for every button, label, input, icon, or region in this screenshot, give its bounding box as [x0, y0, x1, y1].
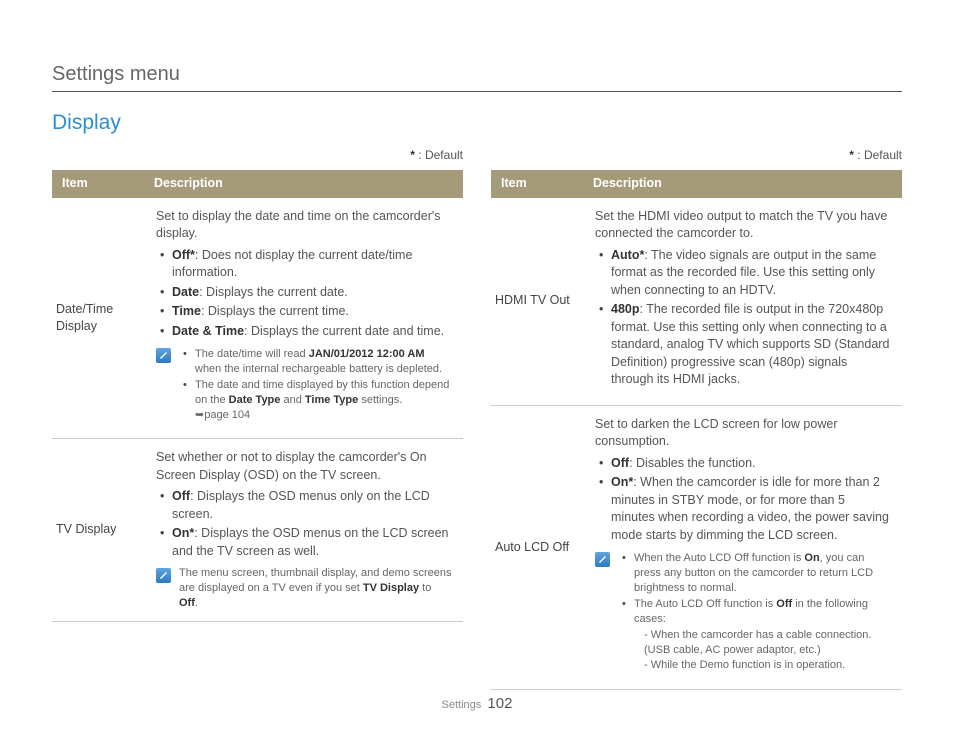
list-item: Date & Time: Displays the current date a… — [160, 323, 453, 341]
table-row: HDMI TV Out Set the HDMI video output to… — [491, 198, 902, 406]
option-list: Off: Disables the function. On*: When th… — [595, 455, 892, 545]
list-item: 480p: The recorded file is output in the… — [599, 301, 892, 389]
list-item: When the camcorder has a cable connectio… — [644, 628, 892, 658]
table-row: Date/Time Display Set to display the dat… — [52, 198, 463, 439]
note-icon — [595, 552, 610, 567]
list-item: On*: When the camcorder is idle for more… — [599, 474, 892, 544]
default-note-left: * : Default — [52, 147, 463, 164]
opt-text: : Disables the function. — [629, 456, 755, 470]
note-block: The menu screen, thumbnail display, and … — [156, 566, 453, 611]
option-list: Auto*: The video signals are output in t… — [595, 247, 892, 389]
list-item: Off: Disables the function. — [599, 455, 892, 473]
list-item: Auto*: The video signals are output in t… — [599, 247, 892, 300]
left-column: * : Default Item Description Date/Time D… — [52, 147, 463, 690]
page-footer: Settings 102 — [0, 693, 954, 714]
default-text: : Default — [415, 148, 463, 162]
option-list: Off: Displays the OSD menus only on the … — [156, 488, 453, 560]
opt-label: Off* — [172, 248, 195, 262]
opt-label: Off — [172, 489, 190, 503]
opt-label: On* — [611, 475, 633, 489]
note-content: The date/time will read JAN/01/2012 12:0… — [179, 346, 453, 428]
opt-text: : Displays the OSD menus only on the LCD… — [172, 489, 430, 521]
list-item: The date/time will read JAN/01/2012 12:0… — [183, 347, 453, 377]
desc-hdmi-tv-out: Set the HDMI video output to match the T… — [583, 198, 902, 406]
intro-text: Set the HDMI video output to match the T… — [595, 208, 892, 243]
right-table: Item Description HDMI TV Out Set the HDM… — [491, 170, 902, 690]
option-list: Off*: Does not display the current date/… — [156, 247, 453, 341]
opt-label: Off — [611, 456, 629, 470]
note-block: When the Auto LCD Off function is On, yo… — [595, 550, 892, 679]
header-description: Description — [144, 170, 463, 198]
desc-date-time-display: Set to display the date and time on the … — [144, 198, 463, 439]
note-sublist: When the camcorder has a cable connectio… — [634, 628, 892, 673]
page-number: 102 — [487, 695, 512, 712]
list-item: Date: Displays the current date. — [160, 284, 453, 302]
columns: * : Default Item Description Date/Time D… — [52, 147, 902, 690]
page-title: Settings menu — [52, 60, 902, 88]
list-item: The Auto LCD Off function is Off in the … — [622, 597, 892, 673]
opt-text: : The video signals are output in the sa… — [611, 248, 876, 297]
note-icon — [156, 568, 171, 583]
list-item: Off*: Does not display the current date/… — [160, 247, 453, 282]
list-item: While the Demo function is in operation. — [644, 658, 892, 673]
header-item: Item — [52, 170, 144, 198]
opt-text: : Displays the current date and time. — [244, 324, 444, 338]
opt-label: 480p — [611, 302, 640, 316]
item-date-time-display: Date/Time Display — [52, 198, 144, 439]
opt-text: : When the camcorder is idle for more th… — [611, 475, 889, 542]
note-block: The date/time will read JAN/01/2012 12:0… — [156, 346, 453, 428]
right-column: * : Default Item Description HDMI TV Out… — [491, 147, 902, 690]
list-item: When the Auto LCD Off function is On, yo… — [622, 551, 892, 596]
table-row: TV Display Set whether or not to display… — [52, 439, 463, 622]
list-item: Time: Displays the current time. — [160, 303, 453, 321]
opt-text: : Displays the OSD menus on the LCD scre… — [172, 526, 449, 558]
note-content: The menu screen, thumbnail display, and … — [179, 566, 453, 611]
header-item: Item — [491, 170, 583, 198]
item-auto-lcd-off: Auto LCD Off — [491, 405, 583, 689]
opt-text: : Displays the current time. — [201, 304, 349, 318]
list-item: Off: Displays the OSD menus only on the … — [160, 488, 453, 523]
opt-label: Auto* — [611, 248, 644, 262]
default-text: : Default — [854, 148, 902, 162]
header-description: Description — [583, 170, 902, 198]
item-tv-display: TV Display — [52, 439, 144, 622]
opt-label: Date & Time — [172, 324, 244, 338]
opt-label: On* — [172, 526, 194, 540]
section-title: Display — [52, 108, 902, 137]
opt-label: Time — [172, 304, 201, 318]
opt-text: : Displays the current date. — [199, 285, 348, 299]
item-hdmi-tv-out: HDMI TV Out — [491, 198, 583, 406]
desc-auto-lcd-off: Set to darken the LCD screen for low pow… — [583, 405, 902, 689]
intro-text: Set to darken the LCD screen for low pow… — [595, 416, 892, 451]
footer-section-label: Settings — [442, 699, 482, 711]
left-table: Item Description Date/Time Display Set t… — [52, 170, 463, 622]
note-icon — [156, 348, 171, 363]
title-divider — [52, 91, 902, 92]
note-content: When the Auto LCD Off function is On, yo… — [618, 550, 892, 679]
list-item: The date and time displayed by this func… — [183, 378, 453, 423]
desc-tv-display: Set whether or not to display the camcor… — [144, 439, 463, 622]
intro-text: Set to display the date and time on the … — [156, 208, 453, 243]
list-item: On*: Displays the OSD menus on the LCD s… — [160, 525, 453, 560]
intro-text: Set whether or not to display the camcor… — [156, 449, 453, 484]
opt-text: : The recorded file is output in the 720… — [611, 302, 889, 386]
table-row: Auto LCD Off Set to darken the LCD scree… — [491, 405, 902, 689]
opt-label: Date — [172, 285, 199, 299]
opt-text: : Does not display the current date/time… — [172, 248, 412, 280]
default-note-right: * : Default — [491, 147, 902, 164]
